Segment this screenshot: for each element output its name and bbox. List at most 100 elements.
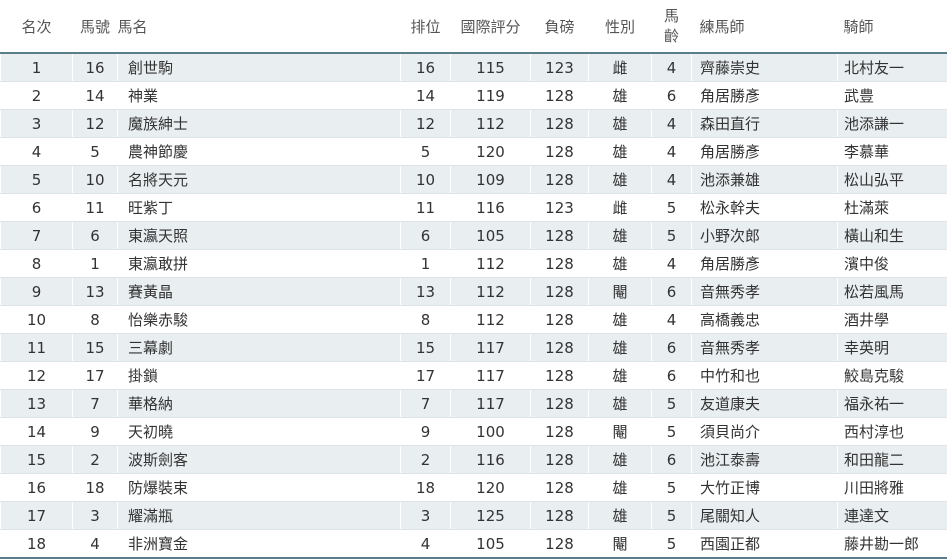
cell-trainer: 友道康夫 — [692, 390, 838, 418]
cell-rating: 105 — [451, 222, 531, 250]
cell-horse: 賽黃晶 — [118, 278, 401, 306]
table-row: 108怡樂赤駿8112128雄4高橋義忠酒井學 — [1, 306, 947, 334]
cell-rating: 116 — [451, 194, 531, 222]
cell-rating: 116 — [451, 446, 531, 474]
cell-jockey: 鮫島克駿 — [838, 362, 947, 390]
cell-rank: 2 — [1, 82, 73, 110]
cell-trainer: 音無秀孝 — [692, 278, 838, 306]
table-row: 214神業14119128雄6角居勝彥武豊 — [1, 82, 947, 110]
cell-sex: 雄 — [589, 110, 652, 138]
cell-draw: 13 — [401, 278, 451, 306]
cell-sex: 雄 — [589, 306, 652, 334]
cell-sex: 雌 — [589, 53, 652, 82]
cell-number: 16 — [73, 53, 118, 82]
cell-number: 18 — [73, 474, 118, 502]
cell-weight: 128 — [531, 250, 589, 278]
cell-jockey: 酒井學 — [838, 306, 947, 334]
cell-trainer: 角居勝彥 — [692, 138, 838, 166]
table-row: 1115三幕劇15117128雄6音無秀孝幸英明 — [1, 334, 947, 362]
cell-rating: 117 — [451, 334, 531, 362]
cell-age: 6 — [652, 362, 692, 390]
cell-age: 5 — [652, 502, 692, 530]
cell-trainer: 音無秀孝 — [692, 334, 838, 362]
cell-sex: 雄 — [589, 474, 652, 502]
cell-draw: 5 — [401, 138, 451, 166]
cell-rank: 10 — [1, 306, 73, 334]
cell-age: 6 — [652, 278, 692, 306]
cell-weight: 128 — [531, 222, 589, 250]
cell-sex: 雄 — [589, 250, 652, 278]
table-row: 1217掛鎖17117128雄6中竹和也鮫島克駿 — [1, 362, 947, 390]
cell-trainer: 松永幹夫 — [692, 194, 838, 222]
cell-trainer: 池江泰壽 — [692, 446, 838, 474]
cell-number: 3 — [73, 502, 118, 530]
cell-number: 7 — [73, 390, 118, 418]
cell-number: 17 — [73, 362, 118, 390]
cell-horse: 名將天元 — [118, 166, 401, 194]
cell-rank: 1 — [1, 53, 73, 82]
cell-rating: 112 — [451, 306, 531, 334]
cell-horse: 防爆裝束 — [118, 474, 401, 502]
cell-rating: 115 — [451, 53, 531, 82]
cell-weight: 128 — [531, 474, 589, 502]
cell-rating: 117 — [451, 390, 531, 418]
cell-draw: 12 — [401, 110, 451, 138]
cell-jockey: 松山弘平 — [838, 166, 947, 194]
cell-sex: 雄 — [589, 166, 652, 194]
cell-weight: 128 — [531, 278, 589, 306]
cell-weight: 128 — [531, 390, 589, 418]
header-row: 名次 馬號 馬名 排位 國際評分 負磅 性別 馬 齡 練馬師 騎師 — [1, 0, 947, 53]
cell-rank: 14 — [1, 418, 73, 446]
cell-draw: 18 — [401, 474, 451, 502]
cell-rating: 112 — [451, 278, 531, 306]
cell-weight: 123 — [531, 53, 589, 82]
cell-horse: 怡樂赤駿 — [118, 306, 401, 334]
table-row: 149天初曉9100128閹5須貝尚介西村淳也 — [1, 418, 947, 446]
cell-jockey: 和田龍二 — [838, 446, 947, 474]
cell-weight: 128 — [531, 502, 589, 530]
table-row: 152波斯劍客2116128雄6池江泰壽和田龍二 — [1, 446, 947, 474]
cell-number: 11 — [73, 194, 118, 222]
cell-sex: 雄 — [589, 502, 652, 530]
cell-jockey: 松若風馬 — [838, 278, 947, 306]
cell-rating: 105 — [451, 530, 531, 559]
cell-trainer: 中竹和也 — [692, 362, 838, 390]
cell-age: 6 — [652, 334, 692, 362]
cell-number: 5 — [73, 138, 118, 166]
cell-age: 4 — [652, 110, 692, 138]
cell-jockey: 池添謙一 — [838, 110, 947, 138]
cell-rating: 120 — [451, 138, 531, 166]
cell-weight: 128 — [531, 110, 589, 138]
cell-weight: 128 — [531, 82, 589, 110]
cell-jockey: 濱中俊 — [838, 250, 947, 278]
cell-horse: 東瀛敢拼 — [118, 250, 401, 278]
cell-rank: 9 — [1, 278, 73, 306]
cell-draw: 14 — [401, 82, 451, 110]
cell-weight: 128 — [531, 334, 589, 362]
table-row: 184非洲寶金4105128閹5西園正都藤井勘一郎 — [1, 530, 947, 559]
cell-sex: 雌 — [589, 194, 652, 222]
header-weight: 負磅 — [531, 0, 589, 53]
header-number: 馬號 — [73, 0, 118, 53]
cell-jockey: 杜滿萊 — [838, 194, 947, 222]
cell-horse: 神業 — [118, 82, 401, 110]
table-row: 81東瀛敢拼1112128雄4角居勝彥濱中俊 — [1, 250, 947, 278]
cell-rating: 100 — [451, 418, 531, 446]
cell-trainer: 森田直行 — [692, 110, 838, 138]
cell-draw: 16 — [401, 53, 451, 82]
cell-trainer: 尾關知人 — [692, 502, 838, 530]
cell-sex: 雄 — [589, 222, 652, 250]
cell-jockey: 北村友一 — [838, 53, 947, 82]
cell-sex: 閹 — [589, 418, 652, 446]
cell-number: 14 — [73, 82, 118, 110]
cell-weight: 128 — [531, 362, 589, 390]
cell-number: 13 — [73, 278, 118, 306]
cell-rating: 109 — [451, 166, 531, 194]
cell-sex: 閹 — [589, 530, 652, 559]
cell-age: 4 — [652, 306, 692, 334]
cell-weight: 128 — [531, 138, 589, 166]
table-body: 116創世駒16115123雌4齊藤崇史北村友一214神業14119128雄6角… — [1, 53, 947, 558]
cell-rank: 17 — [1, 502, 73, 530]
header-age-top: 馬 — [664, 7, 679, 25]
cell-rating: 120 — [451, 474, 531, 502]
